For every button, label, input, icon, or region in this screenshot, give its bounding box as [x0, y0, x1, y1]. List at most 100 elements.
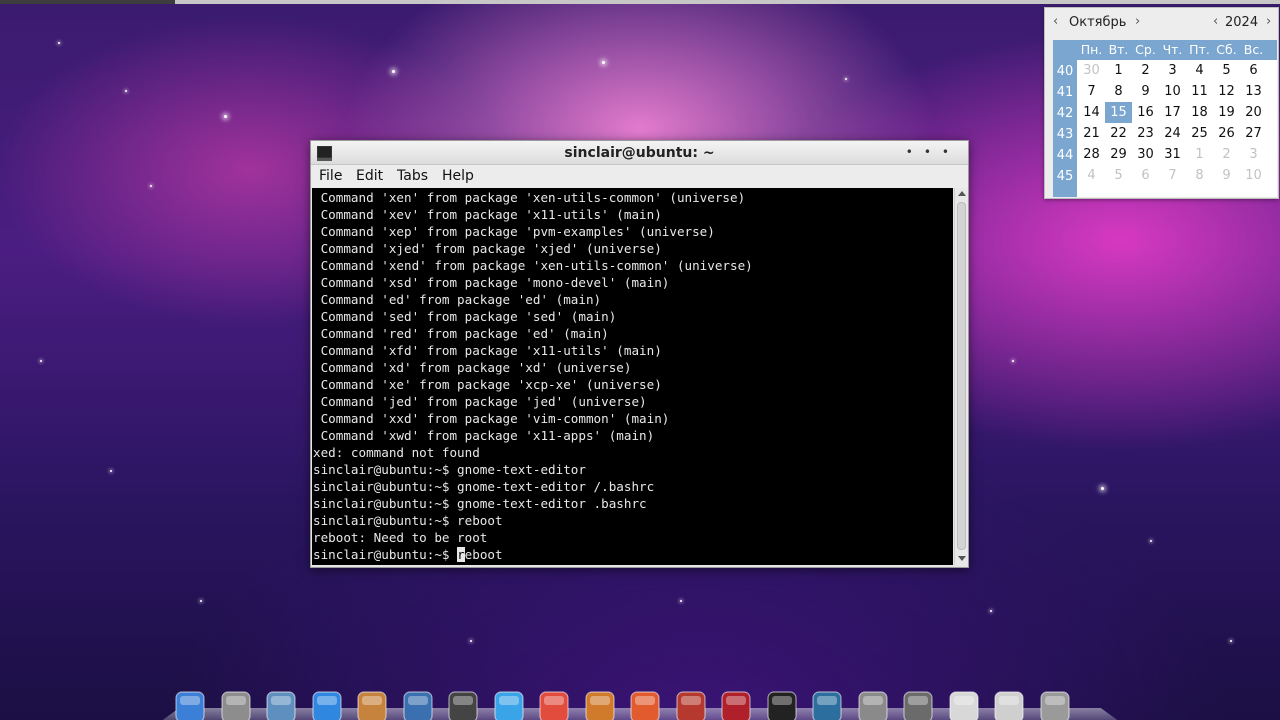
- calendar-day[interactable]: 27: [1240, 123, 1267, 144]
- calendar-day[interactable]: 1: [1186, 144, 1213, 165]
- calendar-day[interactable]: 10: [1240, 165, 1267, 186]
- calendar-day[interactable]: 29: [1105, 144, 1132, 165]
- calendar-day[interactable]: 12: [1213, 81, 1240, 102]
- terminal-icon[interactable]: [765, 690, 799, 720]
- itunes-icon[interactable]: [492, 690, 526, 720]
- terminal-line: Command 'xfd' from package 'x11-utils' (…: [313, 343, 662, 358]
- calendar-day[interactable]: 25: [1186, 123, 1213, 144]
- photo-album-icon[interactable]: [719, 690, 753, 720]
- activity-monitor-icon[interactable]: [810, 690, 844, 720]
- calendar-day[interactable]: 2: [1132, 60, 1159, 81]
- weekday-label: Вс.: [1243, 42, 1264, 57]
- terminal-line: sinclair@ubuntu:~$ reboot: [313, 513, 503, 528]
- calendar-day[interactable]: 9: [1132, 81, 1159, 102]
- menu-edit[interactable]: Edit: [356, 168, 383, 184]
- prev-month-icon[interactable]: ‹: [1053, 14, 1058, 29]
- scroll-up-icon[interactable]: [958, 191, 966, 196]
- next-year-icon[interactable]: ›: [1266, 14, 1271, 29]
- week-number: 40: [1056, 64, 1074, 79]
- code-editor-icon[interactable]: [628, 690, 662, 720]
- photo-booth-icon[interactable]: [583, 690, 617, 720]
- calendar-day[interactable]: 8: [1105, 81, 1132, 102]
- network-utility-icon[interactable]: [992, 690, 1026, 720]
- terminal-line: Command 'xd' from package 'xd' (universe…: [313, 360, 632, 375]
- calendar-grid: Пн. Вт. Ср. Чт. Пт. Сб. Вс. 40 41 42 43 44 45 30 1 2 3 4 5…: [1053, 40, 1277, 197]
- calendar-day[interactable]: 9: [1213, 165, 1240, 186]
- calendar-day[interactable]: 6: [1132, 165, 1159, 186]
- calendar-day[interactable]: 11: [1186, 81, 1213, 102]
- calendar-day[interactable]: 30: [1078, 60, 1105, 81]
- joystick-icon[interactable]: [674, 690, 708, 720]
- calendar-day[interactable]: 6: [1240, 60, 1267, 81]
- calendar-day[interactable]: 14: [1078, 102, 1105, 123]
- terminal-line: reboot: Need to be root: [313, 530, 488, 545]
- terminal-prompt-line[interactable]: sinclair@ubuntu:~$ reboot: [313, 546, 503, 563]
- calendar-day[interactable]: 18: [1186, 102, 1213, 123]
- calendar-day[interactable]: 2: [1213, 144, 1240, 165]
- calendar-day[interactable]: 13: [1240, 81, 1267, 102]
- safari-icon[interactable]: [310, 690, 344, 720]
- terminal-line: Command 'xwd' from package 'x11-apps' (m…: [313, 428, 655, 443]
- window-titlebar[interactable]: sinclair@ubuntu: ~ •••: [311, 141, 968, 165]
- scroll-thumb[interactable]: [957, 202, 966, 550]
- calendar-day[interactable]: 4: [1186, 60, 1213, 81]
- terminal-window[interactable]: sinclair@ubuntu: ~ ••• File Edit Tabs He…: [310, 140, 969, 568]
- terminal-output[interactable]: Command 'xen' from package 'xen-utils-co…: [312, 188, 953, 565]
- terminal-scrollbar[interactable]: [954, 188, 968, 565]
- calendar-day[interactable]: 3: [1159, 60, 1186, 81]
- system-preferences-icon[interactable]: [856, 690, 890, 720]
- disk-utility-icon[interactable]: [901, 690, 935, 720]
- terminal-line: xed: command not found: [313, 445, 480, 460]
- calendar-day[interactable]: 5: [1105, 165, 1132, 186]
- calendar-day[interactable]: 31: [1159, 144, 1186, 165]
- terminal-line: Command 'xend' from package 'xen-utils-c…: [313, 258, 753, 273]
- trash-icon[interactable]: [1038, 690, 1072, 720]
- calendar-day[interactable]: 8: [1186, 165, 1213, 186]
- calendar-day[interactable]: 23: [1132, 123, 1159, 144]
- menu-file[interactable]: File: [319, 168, 342, 184]
- calendar-icon[interactable]: [537, 690, 571, 720]
- menu-tabs[interactable]: Tabs: [397, 168, 428, 184]
- calendar-day[interactable]: 3: [1240, 144, 1267, 165]
- calendar-day[interactable]: 30: [1132, 144, 1159, 165]
- weekday-label: Пн.: [1080, 42, 1103, 57]
- window-controls[interactable]: •••: [906, 145, 960, 159]
- calendar-day[interactable]: 17: [1159, 102, 1186, 123]
- prev-year-icon[interactable]: ‹: [1213, 14, 1218, 29]
- user-accounts-icon[interactable]: [947, 690, 981, 720]
- calendar-day[interactable]: 4: [1078, 165, 1105, 186]
- command-input: eboot: [464, 547, 503, 562]
- weekday-label: Чт.: [1162, 42, 1183, 57]
- calendar-day[interactable]: 26: [1213, 123, 1240, 144]
- calendar-day[interactable]: 19: [1213, 102, 1240, 123]
- headphones-icon[interactable]: [446, 690, 480, 720]
- terminal-line: sinclair@ubuntu:~$ gnome-text-editor /.b…: [313, 479, 655, 494]
- calendar-day[interactable]: 22: [1105, 123, 1132, 144]
- terminal-line: Command 'ed' from package 'ed' (main): [313, 292, 602, 307]
- finder-icon[interactable]: [173, 690, 207, 720]
- preview-icon[interactable]: [264, 690, 298, 720]
- terminal-line: sinclair@ubuntu:~$ gnome-text-editor: [313, 462, 586, 477]
- calendar-day[interactable]: 1: [1105, 60, 1132, 81]
- calculator-icon[interactable]: [219, 690, 253, 720]
- calendar-day[interactable]: 15: [1105, 102, 1132, 123]
- calendar-day[interactable]: 5: [1213, 60, 1240, 81]
- calendar-day[interactable]: 24: [1159, 123, 1186, 144]
- terminal-line: Command 'xep' from package 'pvm-examples…: [313, 224, 715, 239]
- calendar-day[interactable]: 21: [1078, 123, 1105, 144]
- week-number: 43: [1056, 127, 1074, 142]
- calendar-day[interactable]: 7: [1159, 165, 1186, 186]
- calendar-day[interactable]: 28: [1078, 144, 1105, 165]
- photos-icon[interactable]: [355, 690, 389, 720]
- terminal-line: Command 'red' from package 'ed' (main): [313, 326, 609, 341]
- scroll-down-icon[interactable]: [958, 556, 966, 561]
- video-editor-icon[interactable]: [401, 690, 435, 720]
- calendar-day[interactable]: 20: [1240, 102, 1267, 123]
- calendar-day[interactable]: 16: [1132, 102, 1159, 123]
- next-month-icon[interactable]: ›: [1135, 14, 1140, 29]
- menu-help[interactable]: Help: [442, 168, 474, 184]
- calendar-day[interactable]: 10: [1159, 81, 1186, 102]
- terminal-line: Command 'xen' from package 'xen-utils-co…: [313, 190, 746, 205]
- calendar-day[interactable]: 7: [1078, 81, 1105, 102]
- calendar-month: Октябрь: [1069, 15, 1127, 30]
